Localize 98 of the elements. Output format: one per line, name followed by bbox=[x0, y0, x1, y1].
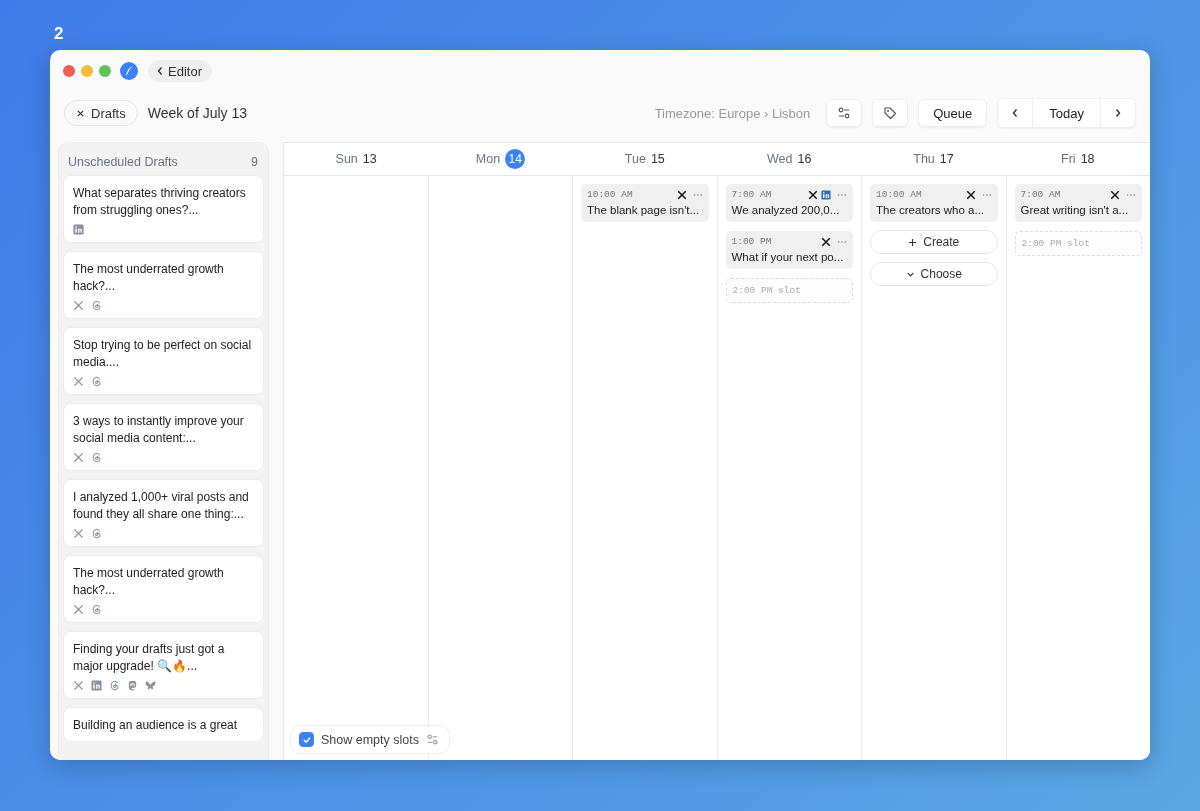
week-title: Week of July 13 bbox=[147, 105, 248, 121]
post-text: What if your next po... bbox=[731, 251, 845, 263]
draft-card[interactable]: Stop trying to be perfect on social media.... bbox=[63, 327, 264, 395]
x-logo-icon bbox=[73, 452, 84, 463]
more-options-icon[interactable] bbox=[837, 192, 847, 197]
post-text: Great writing isn't a... bbox=[1020, 204, 1130, 216]
editor-back-button[interactable]: Editor bbox=[148, 60, 212, 82]
linkedin-logo-icon bbox=[91, 680, 102, 691]
draft-text: Stop trying to be perfect on social media.... bbox=[73, 337, 253, 371]
draft-card[interactable]: What separates thriving creators from struggling ones?... bbox=[63, 175, 264, 243]
butterfly-logo-icon bbox=[145, 680, 156, 691]
day-name: Wed bbox=[766, 152, 793, 166]
day-name: Sun bbox=[335, 152, 358, 166]
day-name: Mon bbox=[475, 152, 501, 166]
sliders-icon[interactable] bbox=[425, 733, 439, 746]
scheduled-post-card[interactable]: 10:00 AM The blank page isn't... bbox=[581, 184, 709, 222]
threads-logo-icon bbox=[91, 376, 102, 387]
show-empty-slots-label: Show empty slots bbox=[321, 732, 419, 747]
x-logo-icon bbox=[73, 376, 84, 387]
threads-logo-icon bbox=[91, 300, 102, 311]
linkedin-logo-icon bbox=[821, 189, 831, 200]
threads-logo-icon bbox=[91, 604, 102, 615]
more-options-icon[interactable] bbox=[981, 192, 992, 197]
threads-logo-icon bbox=[91, 528, 102, 539]
mastodon-logo-icon bbox=[127, 680, 138, 691]
draft-text: The most underrated growth hack?... bbox=[73, 565, 225, 599]
x-logo-icon bbox=[73, 604, 84, 615]
tag-icon bbox=[883, 106, 898, 120]
post-text: The creators who a... bbox=[876, 204, 986, 216]
timezone-label: Timezone: Europe › Lisbon bbox=[654, 105, 811, 121]
x-logo-icon bbox=[821, 236, 831, 247]
quill-logo-icon bbox=[120, 62, 138, 80]
choose-button[interactable]: Choose bbox=[870, 262, 998, 286]
day-name: Tue bbox=[624, 152, 646, 166]
draft-text: The most underrated growth hack?... bbox=[73, 261, 225, 295]
draft-text: What separates thriving creators from struggling ones?... bbox=[73, 185, 247, 219]
day-date: 17 bbox=[939, 152, 954, 166]
chevron-left-icon bbox=[156, 66, 164, 76]
current-date-badge: 14 bbox=[505, 149, 526, 169]
page-number: 2 bbox=[54, 24, 65, 44]
chevron-right-icon bbox=[1114, 108, 1122, 118]
x-logo-icon bbox=[965, 189, 976, 200]
day-date: 18 bbox=[1080, 152, 1095, 166]
post-time: 1:00 PM bbox=[731, 236, 772, 247]
day-name: Thu bbox=[913, 152, 935, 166]
draft-card[interactable]: The most underrated growth hack?... bbox=[63, 555, 264, 623]
draft-card[interactable]: 3 ways to instantly improve your social media content:... bbox=[63, 403, 264, 471]
post-time: 10:00 AM bbox=[587, 189, 633, 200]
x-logo-icon bbox=[73, 528, 84, 539]
checkbox[interactable] bbox=[299, 732, 314, 747]
threads-logo-icon bbox=[91, 452, 102, 463]
post-text: We analyzed 200,0... bbox=[731, 204, 841, 216]
draft-text: 3 ways to instantly improve your social media content:... bbox=[73, 413, 245, 447]
x-logo-icon bbox=[1110, 189, 1120, 200]
day-date: 13 bbox=[362, 152, 377, 166]
x-logo-icon bbox=[73, 300, 84, 311]
draft-card[interactable]: The most underrated growth hack?... bbox=[63, 251, 264, 319]
scheduled-post-card[interactable]: 1:00 PM What if your next po... bbox=[725, 231, 853, 269]
post-time: 10:00 AM bbox=[876, 189, 922, 200]
more-options-icon[interactable] bbox=[837, 239, 847, 244]
checkmark-icon bbox=[301, 734, 312, 745]
post-time: 7:00 AM bbox=[731, 189, 772, 200]
sliders-icon bbox=[837, 106, 852, 120]
close-window-icon[interactable] bbox=[63, 65, 75, 77]
x-logo-icon bbox=[73, 680, 84, 691]
tag-button[interactable] bbox=[872, 99, 909, 127]
show-empty-slots-toggle[interactable]: Show empty slots bbox=[290, 725, 450, 754]
filter-button[interactable] bbox=[826, 99, 863, 127]
x-logo-icon bbox=[676, 189, 687, 200]
x-logo-icon bbox=[808, 189, 818, 200]
zoom-window-icon[interactable] bbox=[99, 65, 111, 77]
linkedin-logo-icon bbox=[73, 224, 84, 235]
plus-icon bbox=[908, 237, 918, 247]
day-name: Fri bbox=[1061, 152, 1076, 166]
more-options-icon[interactable] bbox=[692, 192, 703, 197]
draft-card[interactable]: I analyzed 1,000+ viral posts and found they all share one thing:... bbox=[63, 479, 264, 547]
post-text: The blank page isn't... bbox=[587, 204, 701, 216]
drafts-count: 9 bbox=[251, 155, 258, 169]
drafts-title: Unscheduled Drafts bbox=[68, 155, 178, 169]
day-date: 16 bbox=[797, 152, 812, 166]
post-time: 7:00 AM bbox=[1020, 189, 1061, 200]
close-icon bbox=[76, 108, 85, 118]
close-drafts-button[interactable]: Drafts bbox=[64, 100, 138, 126]
more-options-icon[interactable] bbox=[1126, 192, 1136, 197]
create-button[interactable]: Create bbox=[870, 230, 998, 254]
draft-card[interactable]: Building an audience is a great bbox=[63, 707, 264, 742]
threads-logo-icon bbox=[109, 680, 120, 691]
draft-text: Building an audience is a great bbox=[73, 717, 239, 734]
chevron-left-icon bbox=[1011, 108, 1020, 118]
scheduled-post-card[interactable]: 7:00 AM We analyzed 200,0... bbox=[725, 184, 853, 222]
scheduled-post-card[interactable]: 7:00 AM Great writing isn't a... bbox=[1014, 184, 1142, 222]
draft-text: I analyzed 1,000+ viral posts and found they all share one thing:... bbox=[73, 489, 250, 523]
draft-text: Finding your drafts just got a major upgrade! 🔍🔥... bbox=[73, 641, 226, 675]
scheduled-post-card[interactable]: 10:00 AM The creators who a... bbox=[870, 184, 998, 222]
queue-button[interactable]: Queue bbox=[918, 99, 988, 127]
draft-card[interactable]: Finding your drafts just got a major upgrade! 🔍🔥... bbox=[63, 631, 264, 699]
minimize-window-icon[interactable] bbox=[81, 65, 93, 77]
day-date: 15 bbox=[650, 152, 665, 166]
